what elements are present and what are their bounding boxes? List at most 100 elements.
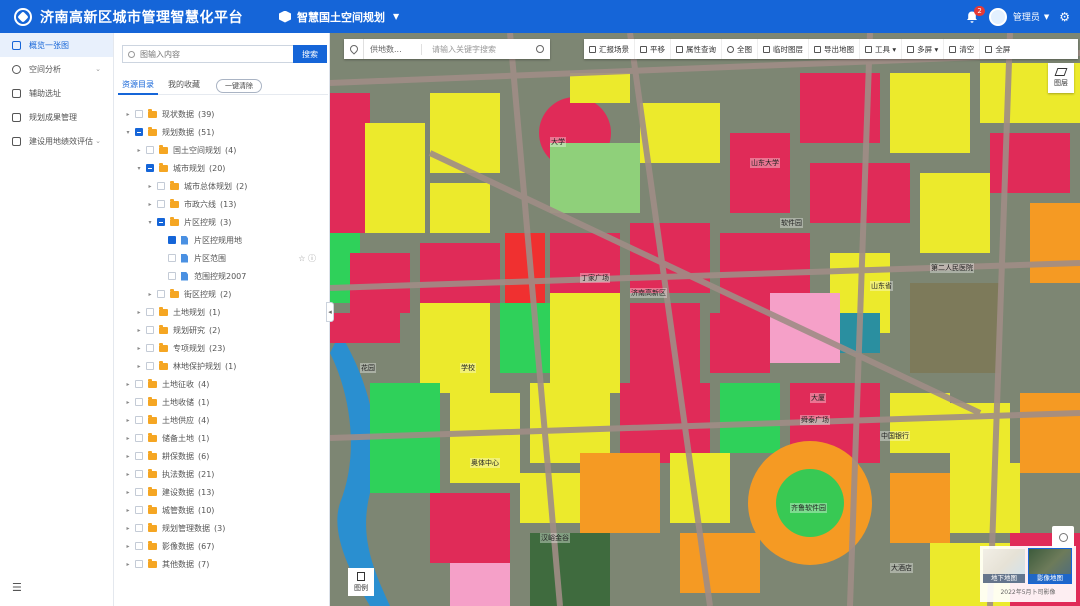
- tree-row[interactable]: ▸ 其他数据 (7): [114, 555, 330, 573]
- tree-row[interactable]: ▸ 现状数据 (39): [114, 105, 330, 123]
- user-name[interactable]: 管理员: [1013, 10, 1040, 23]
- panel-collapse-handle[interactable]: ◂: [326, 302, 334, 322]
- nav-item-overview[interactable]: 概览一张图: [0, 33, 113, 57]
- tree-row[interactable]: ▾ 城市规划 (20): [114, 159, 330, 177]
- tree-row[interactable]: ▸ 专项规划 (23): [114, 339, 330, 357]
- tree-checkbox[interactable]: [168, 236, 176, 244]
- tab-my-favorites[interactable]: 我的收藏: [164, 77, 204, 95]
- caret-down-icon[interactable]: ▾: [146, 219, 154, 226]
- tree-checkbox[interactable]: [135, 506, 143, 514]
- tree-checkbox[interactable]: [135, 110, 143, 118]
- tree-row[interactable]: ▸ 土地规划 (1): [114, 303, 330, 321]
- module-switcher[interactable]: 智慧国土空间规划 ▼: [279, 9, 399, 25]
- caret-right-icon[interactable]: ▸: [124, 399, 132, 406]
- tree-checkbox[interactable]: [157, 218, 165, 226]
- map-search-input[interactable]: 请输入关键字搜索: [422, 44, 530, 55]
- tool-multi-screen[interactable]: 多屏 ▾: [902, 39, 945, 59]
- map-view[interactable]: 大学 齐鲁软件园 山东大学 丁家广场 济南高新区 大厦 软件园 山东省 舜泰广场…: [330, 33, 1080, 606]
- tree-row[interactable]: ▸ 城市总体规划 (2): [114, 177, 330, 195]
- tree-row[interactable]: ▸ 市政六线 (13): [114, 195, 330, 213]
- tree-row[interactable]: ▸ 影像数据 (67): [114, 537, 330, 555]
- tool-pan[interactable]: 平移: [635, 39, 671, 59]
- tree-row[interactable]: ▸ 储备土地 (1): [114, 429, 330, 447]
- tree-checkbox[interactable]: [135, 488, 143, 496]
- nav-item-site-selection[interactable]: 辅助选址: [0, 81, 113, 105]
- caret-right-icon[interactable]: ▸: [124, 489, 132, 496]
- tree-row[interactable]: ▸ 规划研究 (2): [114, 321, 330, 339]
- caret-right-icon[interactable]: ▸: [124, 507, 132, 514]
- tree-row[interactable]: 片区控规用地: [114, 231, 330, 249]
- tree-row[interactable]: ▸ 林地保护规划 (1): [114, 357, 330, 375]
- nav-item-planning-results[interactable]: 规划成果管理: [0, 105, 113, 129]
- tree-checkbox[interactable]: [146, 344, 154, 352]
- caret-right-icon[interactable]: ▸: [124, 111, 132, 118]
- layers-button[interactable]: 图层: [1048, 63, 1074, 93]
- tree-row[interactable]: ▸ 土地供应 (4): [114, 411, 330, 429]
- user-chevron-icon[interactable]: ▼: [1044, 13, 1049, 21]
- row-tools[interactable]: ☆ ⓘ: [298, 253, 316, 264]
- tree-checkbox[interactable]: [168, 272, 176, 280]
- tree-checkbox[interactable]: [157, 200, 165, 208]
- tree-checkbox[interactable]: [135, 434, 143, 442]
- tool-full-extent[interactable]: 全图: [722, 39, 758, 59]
- tree-checkbox[interactable]: [135, 524, 143, 532]
- search-button[interactable]: 搜索: [293, 45, 327, 63]
- tool-temp-layer[interactable]: 临时图层: [758, 39, 809, 59]
- tree-row[interactable]: 片区范围 ☆ ⓘ: [114, 249, 330, 267]
- caret-right-icon[interactable]: ▸: [124, 471, 132, 478]
- basemap-image[interactable]: 影像地图: [1028, 548, 1072, 584]
- caret-right-icon[interactable]: ▸: [124, 453, 132, 460]
- tool-report-scene[interactable]: 汇报场景: [584, 39, 635, 59]
- caret-right-icon[interactable]: ▸: [124, 543, 132, 550]
- tree-checkbox[interactable]: [135, 380, 143, 388]
- compass-button[interactable]: [1052, 526, 1074, 548]
- tree-row[interactable]: ▸ 规划管理数据 (3): [114, 519, 330, 537]
- gear-icon[interactable]: ⚙: [1059, 10, 1070, 24]
- legend-button[interactable]: 图例: [348, 568, 374, 596]
- caret-right-icon[interactable]: ▸: [124, 435, 132, 442]
- tree-row[interactable]: ▸ 耕保数据 (6): [114, 447, 330, 465]
- tree-row[interactable]: ▸ 城管数据 (10): [114, 501, 330, 519]
- tree-row[interactable]: ▸ 建设数据 (13): [114, 483, 330, 501]
- tree-checkbox[interactable]: [135, 560, 143, 568]
- clear-all-button[interactable]: 一键清除: [216, 78, 262, 93]
- tree-row[interactable]: ▸ 国土空间规划 (4): [114, 141, 330, 159]
- tree-checkbox[interactable]: [146, 362, 154, 370]
- nav-item-land-performance[interactable]: 建设用地绩效评估 ⌄: [0, 129, 113, 153]
- tab-resource-catalog[interactable]: 资源目录: [118, 77, 158, 95]
- tree-row[interactable]: ▸ 土地征收 (4): [114, 375, 330, 393]
- caret-right-icon[interactable]: ▸: [135, 327, 143, 334]
- search-category-select[interactable]: 供地数...: [364, 43, 422, 55]
- caret-right-icon[interactable]: ▸: [146, 291, 154, 298]
- tree-checkbox[interactable]: [135, 128, 143, 136]
- tree-checkbox[interactable]: [135, 542, 143, 550]
- tool-tools[interactable]: 工具 ▾: [860, 39, 903, 59]
- tool-fullscreen[interactable]: 全屏: [980, 39, 1015, 59]
- tree-row[interactable]: ▾ 片区控规 (3): [114, 213, 330, 231]
- nav-item-spatial-analysis[interactable]: 空间分析 ⌄: [0, 57, 113, 81]
- caret-right-icon[interactable]: ▸: [135, 147, 143, 154]
- tree-row[interactable]: ▸ 执法数据 (21): [114, 465, 330, 483]
- location-pin-icon[interactable]: [344, 39, 364, 59]
- caret-right-icon[interactable]: ▸: [124, 525, 132, 532]
- tree-row[interactable]: ▸ 土地收储 (1): [114, 393, 330, 411]
- caret-right-icon[interactable]: ▸: [135, 309, 143, 316]
- tree-checkbox[interactable]: [146, 146, 154, 154]
- notification-button[interactable]: 2: [965, 5, 985, 24]
- caret-right-icon[interactable]: ▸: [146, 201, 154, 208]
- tree-checkbox[interactable]: [135, 398, 143, 406]
- caret-down-icon[interactable]: ▾: [135, 165, 143, 172]
- caret-right-icon[interactable]: ▸: [135, 345, 143, 352]
- caret-right-icon[interactable]: ▸: [124, 561, 132, 568]
- tree-checkbox[interactable]: [135, 416, 143, 424]
- tree-checkbox[interactable]: [135, 452, 143, 460]
- tree-checkbox[interactable]: [157, 290, 165, 298]
- tree-checkbox[interactable]: [135, 470, 143, 478]
- tool-attribute-query[interactable]: 属性查询: [671, 39, 722, 59]
- tree-checkbox[interactable]: [157, 182, 165, 190]
- caret-down-icon[interactable]: ▾: [124, 129, 132, 136]
- tree-checkbox[interactable]: [146, 308, 154, 316]
- basemap-vector[interactable]: 地下地图: [983, 549, 1025, 583]
- tool-export-map[interactable]: 导出地图: [809, 39, 860, 59]
- tree-checkbox[interactable]: [168, 254, 176, 262]
